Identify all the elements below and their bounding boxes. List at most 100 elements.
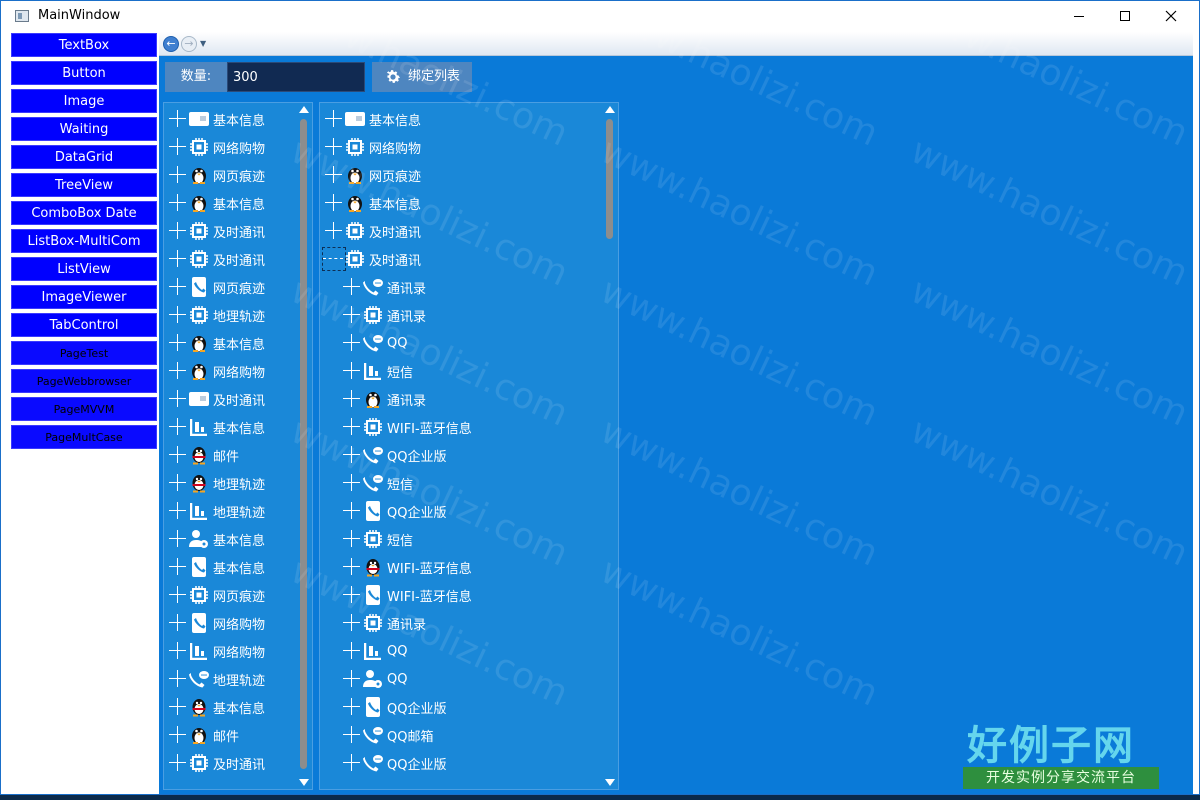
expand-toggle-icon[interactable] [341, 640, 363, 662]
tree-node[interactable]: 基本信息 [167, 329, 265, 357]
expand-toggle-icon[interactable] [167, 108, 189, 130]
expand-toggle-icon[interactable] [323, 108, 345, 130]
expand-toggle-icon[interactable] [323, 220, 345, 242]
quantity-input[interactable]: 300 [227, 62, 365, 92]
expand-toggle-icon[interactable] [341, 472, 363, 494]
tree-node[interactable]: QQ [341, 329, 407, 357]
expand-toggle-icon[interactable] [167, 136, 189, 158]
tree-node[interactable]: 及时通讯 [167, 217, 265, 245]
expand-toggle-icon[interactable] [341, 556, 363, 578]
expand-toggle-icon[interactable] [167, 668, 189, 690]
forward-button[interactable]: → [181, 36, 197, 52]
expand-toggle-icon[interactable] [341, 668, 363, 690]
tree-node[interactable]: 地理轨迹 [167, 497, 265, 525]
expand-toggle-icon[interactable] [341, 360, 363, 382]
bind-list-button[interactable]: 绑定列表 [372, 62, 472, 92]
tree-node[interactable]: 地理轨迹 [167, 665, 265, 693]
menu-button-listview[interactable]: ListView [11, 257, 157, 281]
expand-toggle-icon[interactable] [167, 500, 189, 522]
menu-button-image[interactable]: Image [11, 89, 157, 113]
expand-toggle-icon[interactable] [323, 164, 345, 186]
tree-view-right[interactable]: 基本信息 网络购物 网页痕迹 基本信息 及时通讯 及时通讯 通讯录 通讯录 QQ 短信 通讯录 WIF… [319, 102, 619, 790]
expand-toggle-icon[interactable] [167, 416, 189, 438]
expand-toggle-icon[interactable] [167, 528, 189, 550]
tree-node[interactable]: 短信 [341, 357, 413, 385]
tree-node[interactable]: 地理轨迹 [167, 469, 265, 497]
tree-node[interactable]: 基本信息 [167, 105, 265, 133]
tree-node[interactable]: QQ [341, 665, 407, 693]
menu-button-treeview[interactable]: TreeView [11, 173, 157, 197]
expand-toggle-icon[interactable] [323, 136, 345, 158]
tree-node[interactable]: 网络购物 [167, 637, 265, 665]
expand-toggle-icon[interactable] [167, 304, 189, 326]
expand-toggle-icon[interactable] [167, 388, 189, 410]
expand-toggle-icon[interactable] [167, 220, 189, 242]
tree-node[interactable]: 基本信息 [323, 105, 421, 133]
tree-node[interactable]: 网络购物 [323, 133, 421, 161]
close-button[interactable] [1148, 1, 1194, 31]
expand-toggle-icon[interactable] [167, 556, 189, 578]
expand-toggle-icon[interactable] [167, 248, 189, 270]
scrollbar-right[interactable] [604, 103, 616, 789]
expand-toggle-icon[interactable] [341, 388, 363, 410]
expand-toggle-icon[interactable] [167, 360, 189, 382]
back-button[interactable]: ← [163, 36, 179, 52]
tree-node[interactable]: 短信 [341, 469, 413, 497]
title-bar[interactable]: MainWindow [1, 1, 1199, 31]
menu-button-textbox[interactable]: TextBox [11, 33, 157, 57]
tree-node[interactable]: 网络购物 [167, 133, 265, 161]
expand-toggle-icon[interactable] [167, 164, 189, 186]
menu-button-pagewebbrowser[interactable]: PageWebbrowser [11, 369, 157, 393]
collapse-toggle-icon[interactable] [322, 247, 346, 271]
tree-node[interactable]: 网页痕迹 [167, 581, 265, 609]
scroll-down-icon[interactable] [299, 779, 309, 786]
tree-node[interactable]: 基本信息 [167, 525, 265, 553]
tree-node[interactable]: QQ企业版 [341, 693, 446, 721]
tree-node[interactable]: 邮件 [167, 441, 239, 469]
maximize-button[interactable] [1102, 1, 1148, 31]
tree-node[interactable]: WIFI-蓝牙信息 [341, 581, 472, 609]
expand-toggle-icon[interactable] [341, 444, 363, 466]
scroll-down-icon[interactable] [605, 779, 615, 786]
tree-node[interactable]: 基本信息 [167, 189, 265, 217]
tree-node[interactable]: 通讯录 [341, 273, 426, 301]
expand-toggle-icon[interactable] [167, 444, 189, 466]
tree-node[interactable]: 网络购物 [167, 357, 265, 385]
expand-toggle-icon[interactable] [167, 472, 189, 494]
expand-toggle-icon[interactable] [341, 500, 363, 522]
menu-button-tabcontrol[interactable]: TabControl [11, 313, 157, 337]
expand-toggle-icon[interactable] [167, 640, 189, 662]
tree-node[interactable]: 基本信息 [167, 553, 265, 581]
scroll-thumb[interactable] [300, 119, 307, 769]
tree-node[interactable]: 基本信息 [167, 413, 265, 441]
expand-toggle-icon[interactable] [341, 416, 363, 438]
expand-toggle-icon[interactable] [167, 192, 189, 214]
menu-button-pagetest[interactable]: PageTest [11, 341, 157, 365]
tree-node[interactable]: 通讯录 [341, 609, 426, 637]
tree-node[interactable]: 通讯录 [341, 385, 426, 413]
expand-toggle-icon[interactable] [341, 612, 363, 634]
expand-toggle-icon[interactable] [167, 612, 189, 634]
tree-node[interactable]: 基本信息 [167, 693, 265, 721]
expand-toggle-icon[interactable] [341, 724, 363, 746]
expand-toggle-icon[interactable] [167, 332, 189, 354]
tree-node[interactable]: 及时通讯 [167, 749, 265, 777]
expand-toggle-icon[interactable] [341, 752, 363, 774]
expand-toggle-icon[interactable] [341, 696, 363, 718]
history-dropdown-button[interactable]: ▼ [200, 39, 206, 48]
tree-node[interactable]: 网页痕迹 [167, 161, 265, 189]
tree-node[interactable]: 短信 [341, 525, 413, 553]
tree-node[interactable]: 及时通讯 [167, 385, 265, 413]
tree-node[interactable]: WIFI-蓝牙信息 [341, 553, 472, 581]
tree-node[interactable]: 及时通讯 [322, 245, 421, 273]
tree-node[interactable]: QQ企业版 [341, 749, 446, 777]
menu-button-listbox-multicom[interactable]: ListBox-MultiCom [11, 229, 157, 253]
expand-toggle-icon[interactable] [167, 724, 189, 746]
expand-toggle-icon[interactable] [323, 192, 345, 214]
menu-button-pagemultcase[interactable]: PageMultCase [11, 425, 157, 449]
expand-toggle-icon[interactable] [167, 696, 189, 718]
expand-toggle-icon[interactable] [167, 752, 189, 774]
minimize-button[interactable] [1056, 1, 1102, 31]
tree-node[interactable]: WIFI-蓝牙信息 [341, 413, 472, 441]
tree-node[interactable]: 及时通讯 [323, 217, 421, 245]
